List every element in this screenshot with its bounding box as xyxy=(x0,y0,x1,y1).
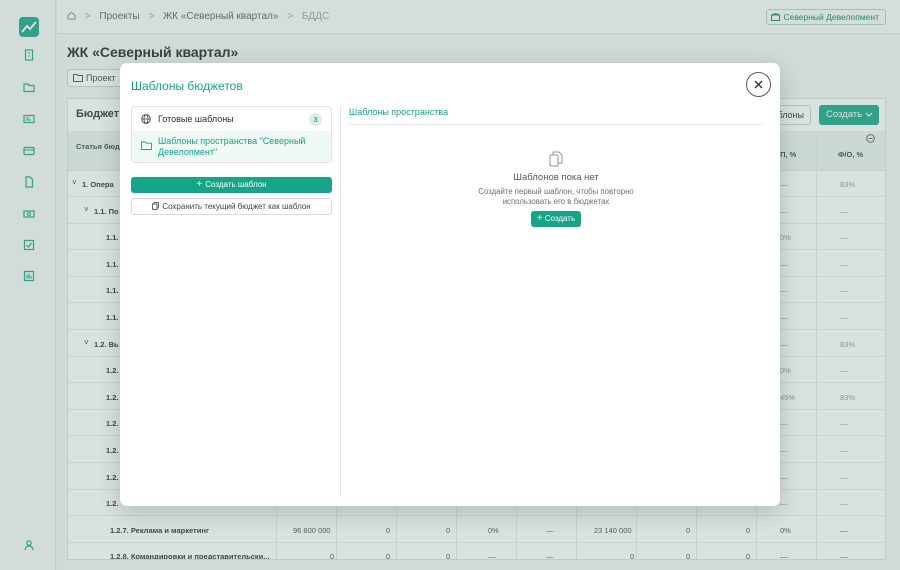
empty-description: Создайте первый шаблон, чтобы повторно и… xyxy=(349,187,763,206)
create-template-button[interactable]: + Создать шаблон xyxy=(131,177,332,193)
copy-icon xyxy=(549,151,563,167)
empty-desc-line-1: Создайте первый шаблон, чтобы повторно xyxy=(478,187,634,196)
ready-templates-label: Готовые шаблоны xyxy=(158,114,234,124)
space-templates-section: Шаблоны пространства Шаблонов пока нет С… xyxy=(349,106,763,496)
folder-icon xyxy=(141,141,152,150)
plus-icon: + xyxy=(196,179,203,190)
close-icon xyxy=(754,80,763,89)
empty-desc-line-2: использовать его в бюджетах xyxy=(502,196,610,206)
ready-templates-item[interactable]: Готовые шаблоны 3 xyxy=(132,107,331,131)
budget-templates-modal: Шаблоны бюджетов Готовые шаблоны 3 Шабло… xyxy=(120,63,780,506)
copy-icon xyxy=(152,202,160,210)
save-as-template-button[interactable]: Сохранить текущий бюджет как шаблон xyxy=(131,198,332,215)
globe-icon xyxy=(141,114,151,124)
space-templates-item[interactable]: Шаблоны пространства "Северный Девелопме… xyxy=(132,131,331,162)
close-button[interactable] xyxy=(746,72,771,97)
template-sources: Готовые шаблоны 3 Шаблоны пространства "… xyxy=(131,106,332,496)
section-divider xyxy=(349,124,763,125)
empty-create-button[interactable]: + Создать xyxy=(530,211,582,227)
empty-create-label: Создать xyxy=(544,214,576,223)
space-templates-label: Шаблоны пространства "Северный Девелопме… xyxy=(158,136,306,157)
plus-icon: + xyxy=(536,213,543,224)
ready-templates-count: 3 xyxy=(309,113,322,126)
modal-title: Шаблоны бюджетов xyxy=(131,79,243,93)
create-template-label: Создать шаблон xyxy=(205,180,267,189)
empty-title: Шаблонов пока нет xyxy=(513,172,599,183)
empty-state: Шаблонов пока нет Создайте первый шаблон… xyxy=(349,151,763,227)
column-divider xyxy=(340,106,341,496)
section-title: Шаблоны пространства xyxy=(349,107,449,117)
save-as-template-label: Сохранить текущий бюджет как шаблон xyxy=(162,202,311,211)
template-source-list: Готовые шаблоны 3 Шаблоны пространства "… xyxy=(131,106,332,163)
